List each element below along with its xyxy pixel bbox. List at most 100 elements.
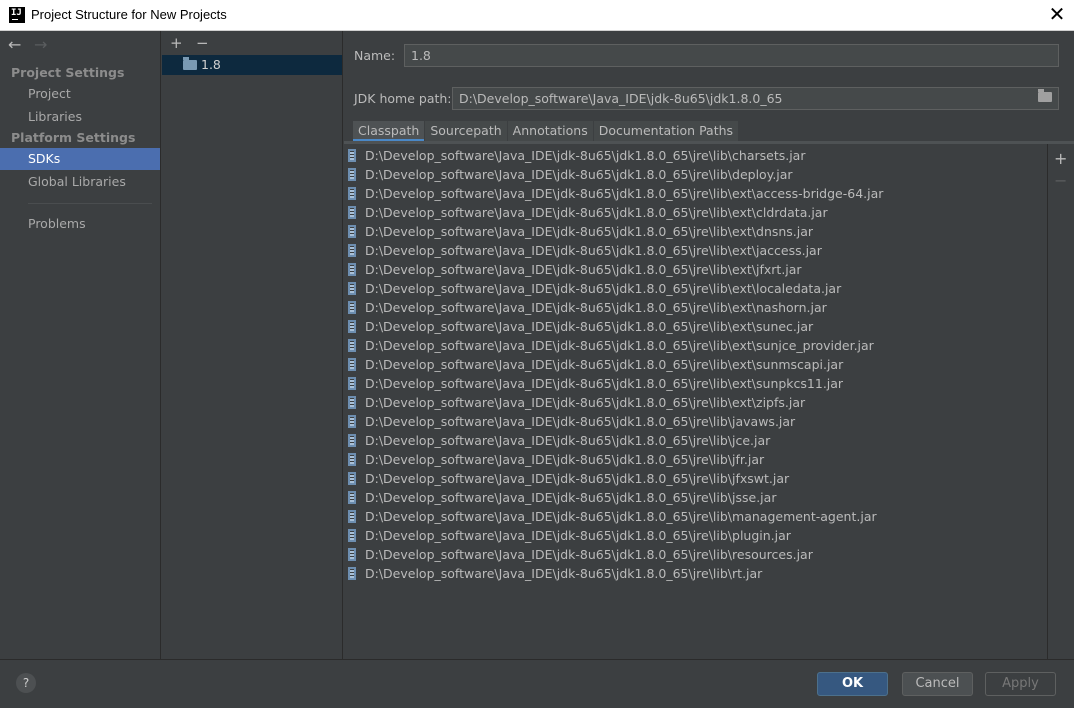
- classpath-path: D:\Develop_software\Java_IDE\jdk-8u65\jd…: [365, 205, 828, 220]
- jar-file-icon: [348, 491, 356, 504]
- tab-sourcepath[interactable]: Sourcepath: [425, 121, 507, 141]
- jar-file-icon: [348, 529, 356, 542]
- sdk-details: Name: 1.8 JDK home path: D:\Develop_soft…: [344, 31, 1074, 659]
- classpath-path: D:\Develop_software\Java_IDE\jdk-8u65\jd…: [365, 509, 877, 524]
- help-icon[interactable]: ?: [16, 673, 36, 693]
- jar-file-icon: [348, 377, 356, 390]
- classpath-path: D:\Develop_software\Java_IDE\jdk-8u65\jd…: [365, 471, 790, 486]
- classpath-path: D:\Develop_software\Java_IDE\jdk-8u65\jd…: [365, 376, 844, 391]
- browse-folder-icon[interactable]: [1038, 89, 1052, 102]
- project-settings-header: Project Settings: [11, 65, 125, 80]
- forward-arrow-icon[interactable]: →: [34, 35, 60, 54]
- classpath-path: D:\Develop_software\Java_IDE\jdk-8u65\jd…: [365, 186, 884, 201]
- classpath-row[interactable]: D:\Develop_software\Java_IDE\jdk-8u65\jd…: [344, 564, 1047, 583]
- classpath-row[interactable]: D:\Develop_software\Java_IDE\jdk-8u65\jd…: [344, 431, 1047, 450]
- classpath-path: D:\Develop_software\Java_IDE\jdk-8u65\jd…: [365, 395, 806, 410]
- classpath-path: D:\Develop_software\Java_IDE\jdk-8u65\jd…: [365, 167, 793, 182]
- classpath-row[interactable]: D:\Develop_software\Java_IDE\jdk-8u65\jd…: [344, 184, 1047, 203]
- jar-file-icon: [348, 282, 356, 295]
- classpath-row[interactable]: D:\Develop_software\Java_IDE\jdk-8u65\jd…: [344, 526, 1047, 545]
- close-icon[interactable]: ✕: [1040, 0, 1074, 30]
- remove-sdk-icon[interactable]: −: [196, 34, 222, 52]
- jar-file-icon: [348, 339, 356, 352]
- classpath-path: D:\Develop_software\Java_IDE\jdk-8u65\jd…: [365, 528, 791, 543]
- classpath-path: D:\Develop_software\Java_IDE\jdk-8u65\jd…: [365, 452, 765, 467]
- classpath-row[interactable]: D:\Develop_software\Java_IDE\jdk-8u65\jd…: [344, 412, 1047, 431]
- classpath-path: D:\Develop_software\Java_IDE\jdk-8u65\jd…: [365, 224, 814, 239]
- jar-file-icon: [348, 548, 356, 561]
- jar-file-icon: [348, 453, 356, 466]
- jar-file-icon: [348, 225, 356, 238]
- sidebar-item-problems[interactable]: Problems: [0, 213, 160, 235]
- classpath-row[interactable]: D:\Develop_software\Java_IDE\jdk-8u65\jd…: [344, 298, 1047, 317]
- jar-file-icon: [348, 396, 356, 409]
- classpath-row[interactable]: D:\Develop_software\Java_IDE\jdk-8u65\jd…: [344, 507, 1047, 526]
- classpath-path: D:\Develop_software\Java_IDE\jdk-8u65\jd…: [365, 433, 771, 448]
- classpath-path: D:\Develop_software\Java_IDE\jdk-8u65\jd…: [365, 357, 844, 372]
- jar-file-icon: [348, 168, 356, 181]
- classpath-row[interactable]: D:\Develop_software\Java_IDE\jdk-8u65\jd…: [344, 317, 1047, 336]
- sdk-list-item[interactable]: 1.8: [162, 55, 342, 75]
- jar-file-icon: [348, 434, 356, 447]
- classpath-row[interactable]: D:\Develop_software\Java_IDE\jdk-8u65\jd…: [344, 488, 1047, 507]
- jar-file-icon: [348, 244, 356, 257]
- sdk-list-toolbar: + −: [170, 34, 222, 52]
- classpath-row[interactable]: D:\Develop_software\Java_IDE\jdk-8u65\jd…: [344, 165, 1047, 184]
- add-path-icon[interactable]: +: [1054, 149, 1067, 168]
- classpath-path: D:\Develop_software\Java_IDE\jdk-8u65\jd…: [365, 243, 822, 258]
- jar-file-icon: [348, 187, 356, 200]
- nav-arrows: ← →: [8, 35, 60, 54]
- ok-button[interactable]: OK: [817, 672, 888, 696]
- tab-documentation-paths[interactable]: Documentation Paths: [593, 121, 739, 141]
- title-bar: IJ Project Structure for New Projects ✕: [0, 0, 1074, 31]
- jar-file-icon: [348, 567, 356, 580]
- classpath-path: D:\Develop_software\Java_IDE\jdk-8u65\jd…: [365, 300, 827, 315]
- classpath-row[interactable]: D:\Develop_software\Java_IDE\jdk-8u65\jd…: [344, 146, 1047, 165]
- classpath-row[interactable]: D:\Develop_software\Java_IDE\jdk-8u65\jd…: [344, 450, 1047, 469]
- sidebar-item-global-libraries[interactable]: Global Libraries: [0, 171, 160, 193]
- jar-file-icon: [348, 206, 356, 219]
- classpath-row[interactable]: D:\Develop_software\Java_IDE\jdk-8u65\jd…: [344, 545, 1047, 564]
- jdk-home-label: JDK home path:: [354, 91, 452, 106]
- classpath-row[interactable]: D:\Develop_software\Java_IDE\jdk-8u65\jd…: [344, 374, 1047, 393]
- classpath-path: D:\Develop_software\Java_IDE\jdk-8u65\jd…: [365, 319, 814, 334]
- tab-classpath[interactable]: Classpath: [353, 121, 425, 141]
- classpath-path: D:\Develop_software\Java_IDE\jdk-8u65\jd…: [365, 281, 842, 296]
- sidebar-divider: [28, 203, 152, 204]
- sidebar-item-sdks[interactable]: SDKs: [0, 148, 160, 170]
- jar-file-icon: [348, 301, 356, 314]
- classpath-path: D:\Develop_software\Java_IDE\jdk-8u65\jd…: [365, 490, 777, 505]
- add-sdk-icon[interactable]: +: [170, 34, 196, 52]
- jar-file-icon: [348, 510, 356, 523]
- name-label: Name:: [354, 48, 396, 63]
- classpath-row[interactable]: D:\Develop_software\Java_IDE\jdk-8u65\jd…: [344, 355, 1047, 374]
- jar-file-icon: [348, 358, 356, 371]
- classpath-row[interactable]: D:\Develop_software\Java_IDE\jdk-8u65\jd…: [344, 393, 1047, 412]
- classpath-row[interactable]: D:\Develop_software\Java_IDE\jdk-8u65\jd…: [344, 241, 1047, 260]
- classpath-path: D:\Develop_software\Java_IDE\jdk-8u65\jd…: [365, 547, 813, 562]
- name-field[interactable]: 1.8: [404, 44, 1059, 67]
- classpath-list: D:\Develop_software\Java_IDE\jdk-8u65\jd…: [344, 144, 1047, 659]
- classpath-row[interactable]: D:\Develop_software\Java_IDE\jdk-8u65\jd…: [344, 279, 1047, 298]
- classpath-row[interactable]: D:\Develop_software\Java_IDE\jdk-8u65\jd…: [344, 203, 1047, 222]
- classpath-row[interactable]: D:\Develop_software\Java_IDE\jdk-8u65\jd…: [344, 336, 1047, 355]
- classpath-tabs: Classpath Sourcepath Annotations Documen…: [353, 121, 739, 141]
- apply-button[interactable]: Apply: [985, 672, 1056, 696]
- classpath-side-toolbar: + −: [1047, 144, 1073, 659]
- back-arrow-icon[interactable]: ←: [8, 35, 34, 54]
- tab-annotations[interactable]: Annotations: [507, 121, 593, 141]
- jdk-home-path-field[interactable]: D:\Develop_software\Java_IDE\jdk-8u65\jd…: [452, 87, 1059, 110]
- jar-file-icon: [348, 149, 356, 162]
- settings-sidebar: ← → Project Settings Project Libraries Pl…: [0, 31, 161, 659]
- sdk-list-panel: + − 1.8: [162, 31, 343, 659]
- classpath-row[interactable]: D:\Develop_software\Java_IDE\jdk-8u65\jd…: [344, 469, 1047, 488]
- classpath-row[interactable]: D:\Develop_software\Java_IDE\jdk-8u65\jd…: [344, 260, 1047, 279]
- classpath-path: D:\Develop_software\Java_IDE\jdk-8u65\jd…: [365, 414, 796, 429]
- cancel-button[interactable]: Cancel: [902, 672, 973, 696]
- classpath-row[interactable]: D:\Develop_software\Java_IDE\jdk-8u65\jd…: [344, 222, 1047, 241]
- remove-path-icon[interactable]: −: [1054, 171, 1067, 190]
- sidebar-item-libraries[interactable]: Libraries: [0, 106, 160, 128]
- classpath-path: D:\Develop_software\Java_IDE\jdk-8u65\jd…: [365, 148, 806, 163]
- dialog-footer: ? OK Cancel Apply: [0, 659, 1074, 708]
- sidebar-item-project[interactable]: Project: [0, 83, 160, 105]
